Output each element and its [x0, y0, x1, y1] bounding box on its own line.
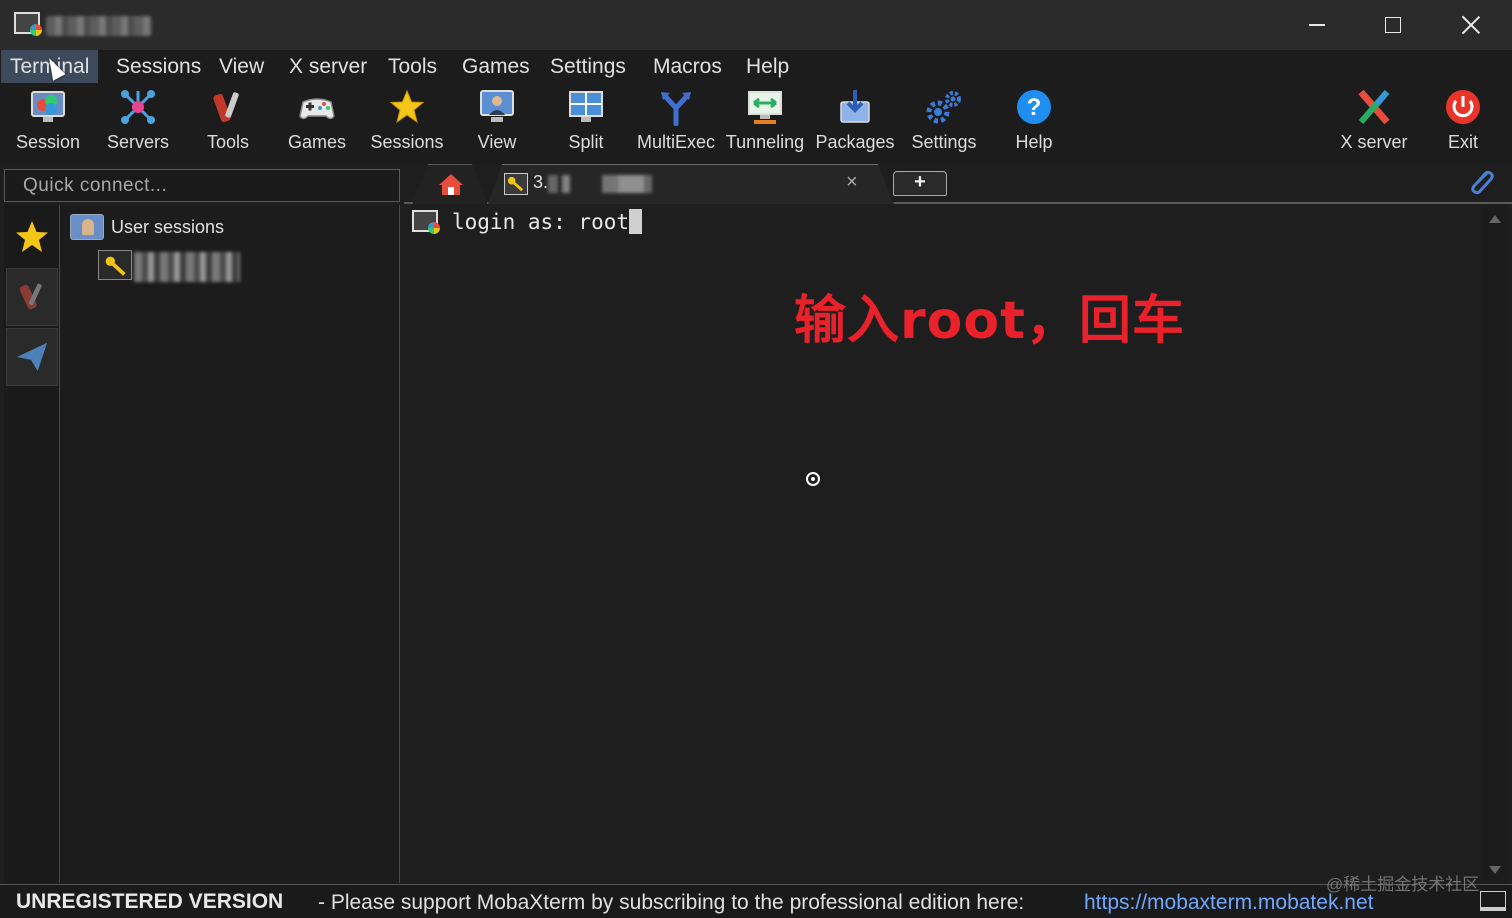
maximize-button[interactable] — [1364, 0, 1422, 50]
menu-x-server[interactable]: X server — [280, 50, 376, 83]
key-icon — [504, 173, 528, 195]
session-label: Session — [15, 132, 81, 152]
new-tab-button[interactable]: + — [893, 171, 947, 196]
minimize-icon — [1309, 24, 1325, 26]
settings-button[interactable]: Settings — [904, 84, 984, 160]
terminal-session-icon — [412, 210, 440, 234]
split-label: Split — [568, 132, 604, 152]
terminal-output-line: login as: root — [452, 208, 643, 236]
saved-session-name-obscured[interactable] — [134, 252, 240, 282]
terminal-cursor — [629, 209, 643, 234]
view-button[interactable]: View — [457, 84, 537, 160]
games-label: Games — [287, 132, 347, 152]
sessions-button[interactable]: Sessions — [366, 84, 448, 160]
session-icon — [31, 91, 65, 122]
star-icon — [16, 221, 48, 252]
sidebar-sessions-button[interactable] — [6, 207, 58, 265]
paper-plane-icon — [16, 342, 48, 372]
mobaxterm-app-icon — [14, 12, 42, 36]
tunneling-button[interactable]: Tunneling — [724, 84, 806, 160]
menu-sessions[interactable]: Sessions — [107, 50, 210, 83]
tools-button[interactable]: Tools — [188, 84, 268, 160]
annotation-text: 输入root，回车 — [794, 291, 1185, 351]
tools-icon — [213, 92, 239, 123]
multiexec-button[interactable]: MultiExec — [636, 84, 716, 160]
tunneling-label: Tunneling — [725, 132, 805, 152]
support-message: - Please support MobaXterm by subscribin… — [318, 891, 1025, 914]
menu-help[interactable]: Help — [737, 50, 798, 83]
power-icon — [1446, 90, 1480, 124]
close-window-button[interactable] — [1442, 0, 1500, 50]
exit-button[interactable]: Exit — [1430, 84, 1496, 160]
window-title-obscured — [46, 16, 152, 36]
user-sessions-icon — [70, 214, 104, 240]
split-icon — [569, 91, 603, 122]
title-bar — [0, 0, 1512, 50]
quick-connect-input[interactable]: Quick connect... — [4, 169, 400, 202]
maximize-icon — [1385, 17, 1401, 33]
servers-icon — [121, 90, 155, 124]
multiexec-label: MultiExec — [636, 132, 716, 152]
watermark: @稀土掘金技术社区 — [1326, 875, 1480, 894]
menu-games[interactable]: Games — [453, 50, 539, 83]
view-icon — [480, 90, 514, 122]
status-bar: UNREGISTERED VERSION - Please support Mo… — [0, 884, 1512, 918]
close-icon — [1461, 15, 1481, 35]
paperclip-icon[interactable] — [1466, 168, 1496, 198]
packages-icon — [840, 90, 870, 123]
close-tab-button[interactable]: × — [846, 171, 858, 194]
help-icon: ? — [1017, 90, 1051, 124]
mouse-pointer-icon — [806, 472, 820, 486]
menu-bar: Terminal Sessions View X server Tools Ga… — [0, 50, 1512, 84]
minimize-button[interactable] — [1288, 0, 1346, 50]
sidebar-tools-button[interactable] — [6, 268, 58, 326]
view-label: View — [477, 132, 517, 152]
packages-button[interactable]: Packages — [814, 84, 896, 160]
sessions-label: Sessions — [370, 132, 444, 152]
servers-button[interactable]: Servers — [98, 84, 178, 160]
sessions-panel — [60, 205, 400, 883]
games-button[interactable]: Games — [277, 84, 357, 160]
menu-tools[interactable]: Tools — [379, 50, 446, 83]
menu-settings[interactable]: Settings — [541, 50, 635, 83]
gear-icon — [926, 91, 961, 124]
menu-view[interactable]: View — [210, 50, 273, 83]
toolbar: Session Servers Tools Games Sessions Vie… — [0, 84, 1512, 164]
scroll-down-icon[interactable] — [1489, 866, 1501, 874]
servers-label: Servers — [106, 132, 169, 152]
svg-text:?: ? — [1027, 94, 1042, 121]
user-sessions-folder[interactable]: User sessions — [111, 217, 224, 238]
tools-label: Tools — [206, 132, 250, 152]
tools-icon — [19, 283, 42, 310]
menu-macros[interactable]: Macros — [644, 50, 731, 83]
gamepad-icon — [299, 98, 335, 120]
scroll-up-icon[interactable] — [1489, 215, 1501, 223]
help-button[interactable]: ? Help — [994, 84, 1074, 160]
tunneling-icon — [748, 91, 782, 124]
x-server-button[interactable]: X server — [1334, 84, 1414, 160]
sidebar-macros-button[interactable] — [6, 328, 58, 386]
session-button[interactable]: Session — [8, 84, 88, 160]
session-tab-title-obscured — [548, 175, 652, 193]
monitor-icon[interactable] — [1480, 891, 1506, 911]
split-button[interactable]: Split — [546, 84, 626, 160]
packages-label: Packages — [815, 132, 895, 152]
home-icon — [439, 174, 463, 195]
saved-session-key-icon[interactable] — [98, 250, 132, 280]
settings-label: Settings — [911, 132, 977, 152]
unregistered-label: UNREGISTERED VERSION — [16, 890, 284, 913]
multiexec-icon — [661, 92, 691, 126]
exit-label: Exit — [1447, 132, 1478, 152]
x-server-icon — [1358, 89, 1390, 125]
terminal-prompt-text: login as: root — [452, 210, 630, 234]
star-icon — [389, 89, 425, 124]
session-tab-label: 3. — [533, 172, 549, 192]
help-label: Help — [1015, 132, 1053, 152]
x-server-label: X server — [1340, 132, 1408, 152]
terminal-scrollbar[interactable] — [1482, 205, 1508, 883]
